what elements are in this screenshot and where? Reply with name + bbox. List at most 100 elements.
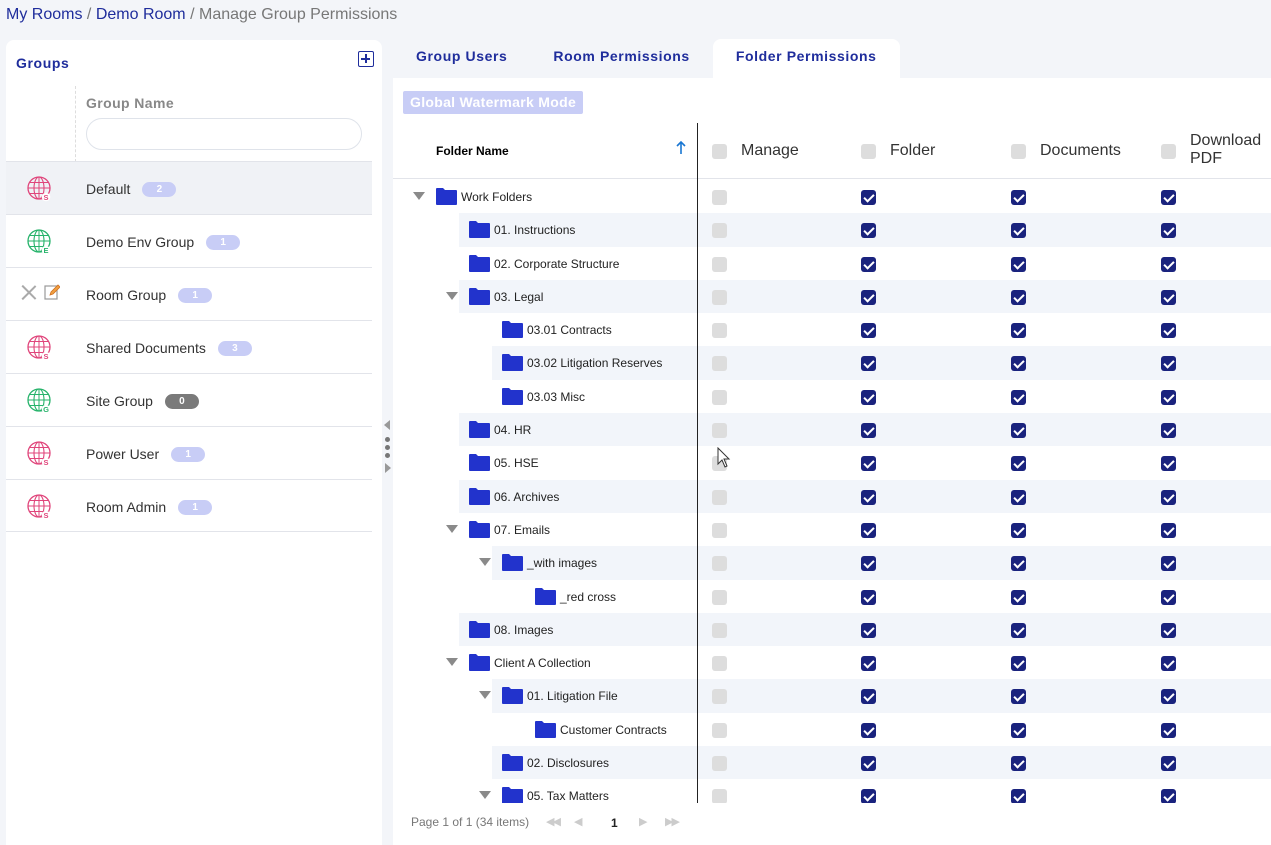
folder-checkbox[interactable]	[861, 756, 876, 772]
manage-checkbox[interactable]	[712, 489, 727, 505]
folder-name[interactable]: _red cross	[560, 590, 616, 604]
download-pdf-checkbox[interactable]	[1161, 190, 1176, 205]
documents-checkbox[interactable]	[1011, 556, 1026, 572]
manage-checkbox[interactable]	[712, 356, 727, 372]
tab-folder-permissions[interactable]: Folder Permissions	[712, 39, 900, 78]
download-pdf-checkbox[interactable]	[1161, 556, 1176, 572]
tab-room-permissions[interactable]: Room Permissions	[530, 39, 712, 78]
expand-right-icon[interactable]	[385, 463, 391, 473]
manage-checkbox[interactable]	[712, 622, 727, 638]
manage-checkbox[interactable]	[712, 722, 727, 738]
folder-name[interactable]: 01. Litigation File	[527, 689, 618, 703]
folder-name[interactable]: 07. Emails	[494, 523, 550, 537]
group-row[interactable]: S Default 2	[6, 161, 372, 214]
folder-checkbox[interactable]	[861, 356, 876, 372]
manage-checkbox[interactable]	[712, 190, 727, 205]
folder-checkbox[interactable]	[861, 556, 876, 572]
download-pdf-checkbox[interactable]	[1161, 589, 1176, 605]
folder-name[interactable]: 01. Instructions	[494, 223, 575, 237]
documents-checkbox[interactable]	[1011, 589, 1026, 605]
folder-name[interactable]: Client A Collection	[494, 656, 591, 670]
expand-arrow-icon[interactable]	[479, 558, 491, 567]
folder-checkbox[interactable]	[861, 522, 876, 538]
download-pdf-checkbox[interactable]	[1161, 656, 1176, 672]
documents-checkbox[interactable]	[1011, 456, 1026, 472]
documents-checkbox[interactable]	[1011, 722, 1026, 738]
folder-checkbox[interactable]	[861, 789, 876, 803]
download-pdf-checkbox[interactable]	[1161, 289, 1176, 305]
last-page-icon[interactable]: ▶▶	[665, 815, 680, 828]
first-page-icon[interactable]: ◀◀	[546, 815, 561, 828]
manage-checkbox[interactable]	[712, 256, 727, 272]
folder-checkbox[interactable]	[861, 456, 876, 472]
download-pdf-checkbox[interactable]	[1161, 489, 1176, 505]
documents-checkbox[interactable]	[1011, 689, 1026, 705]
folder-name[interactable]: 03.01 Contracts	[527, 323, 612, 337]
folder-name-header[interactable]: Folder Name	[436, 144, 509, 158]
expand-arrow-icon[interactable]	[479, 691, 491, 700]
download-pdf-checkbox[interactable]	[1161, 522, 1176, 538]
download-pdf-checkbox[interactable]	[1161, 756, 1176, 772]
breadcrumb-demo-room[interactable]: Demo Room	[96, 6, 186, 23]
folder-checkbox[interactable]	[861, 689, 876, 705]
global-watermark-mode-button[interactable]: Global Watermark Mode	[403, 91, 584, 114]
folder-checkbox[interactable]	[861, 489, 876, 505]
download-pdf-all-checkbox[interactable]	[1161, 144, 1176, 159]
folder-name[interactable]: 05. Tax Matters	[527, 789, 609, 803]
tab-group-users[interactable]: Group Users	[393, 39, 530, 78]
folder-checkbox[interactable]	[861, 656, 876, 672]
prev-page-icon[interactable]: ◀	[574, 815, 583, 828]
group-row[interactable]: E Demo Env Group 1	[6, 214, 372, 267]
folder-name[interactable]: 03. Legal	[494, 290, 543, 304]
folder-checkbox[interactable]	[861, 423, 876, 439]
download-pdf-checkbox[interactable]	[1161, 622, 1176, 638]
documents-checkbox[interactable]	[1011, 190, 1026, 205]
download-pdf-checkbox[interactable]	[1161, 423, 1176, 439]
folder-name[interactable]: 06. Archives	[494, 490, 559, 504]
folder-checkbox[interactable]	[861, 622, 876, 638]
folder-name[interactable]: 05. HSE	[494, 456, 539, 470]
manage-checkbox[interactable]	[712, 656, 727, 672]
documents-checkbox[interactable]	[1011, 356, 1026, 372]
documents-checkbox[interactable]	[1011, 256, 1026, 272]
folder-checkbox[interactable]	[861, 190, 876, 205]
expand-arrow-icon[interactable]	[446, 658, 458, 667]
download-pdf-checkbox[interactable]	[1161, 456, 1176, 472]
manage-checkbox[interactable]	[712, 689, 727, 705]
group-row[interactable]: Room Group 1	[6, 267, 372, 320]
documents-checkbox[interactable]	[1011, 756, 1026, 772]
group-row[interactable]: S Power User 1	[6, 426, 372, 479]
manage-checkbox[interactable]	[712, 423, 727, 439]
documents-checkbox[interactable]	[1011, 289, 1026, 305]
manage-checkbox[interactable]	[712, 756, 727, 772]
expand-arrow-icon[interactable]	[446, 291, 458, 300]
manage-checkbox[interactable]	[712, 289, 727, 305]
manage-checkbox[interactable]	[712, 323, 727, 339]
documents-all-checkbox[interactable]	[1011, 144, 1026, 159]
documents-checkbox[interactable]	[1011, 489, 1026, 505]
manage-checkbox[interactable]	[712, 589, 727, 605]
sort-ascending-icon[interactable]	[673, 140, 689, 156]
download-pdf-checkbox[interactable]	[1161, 789, 1176, 803]
folder-name[interactable]: _with images	[527, 556, 597, 570]
documents-checkbox[interactable]	[1011, 323, 1026, 339]
download-pdf-checkbox[interactable]	[1161, 256, 1176, 272]
expand-arrow-icon[interactable]	[446, 524, 458, 533]
documents-checkbox[interactable]	[1011, 656, 1026, 672]
page-number[interactable]: 1	[611, 816, 618, 830]
folder-checkbox[interactable]	[861, 722, 876, 738]
download-pdf-checkbox[interactable]	[1161, 356, 1176, 372]
panel-splitter[interactable]	[383, 420, 393, 476]
download-pdf-checkbox[interactable]	[1161, 323, 1176, 339]
collapse-left-icon[interactable]	[384, 420, 390, 430]
group-row[interactable]: S Shared Documents 3	[6, 320, 372, 373]
folder-name[interactable]: 04. HR	[494, 423, 531, 437]
group-row[interactable]: G Site Group 0	[6, 373, 372, 426]
folder-checkbox[interactable]	[861, 256, 876, 272]
documents-checkbox[interactable]	[1011, 789, 1026, 803]
manage-all-checkbox[interactable]	[712, 144, 727, 159]
group-name-filter-input[interactable]	[86, 118, 362, 150]
next-page-icon[interactable]: ▶	[639, 815, 648, 828]
folder-name[interactable]: 03.02 Litigation Reserves	[527, 356, 662, 370]
folder-checkbox[interactable]	[861, 223, 876, 239]
